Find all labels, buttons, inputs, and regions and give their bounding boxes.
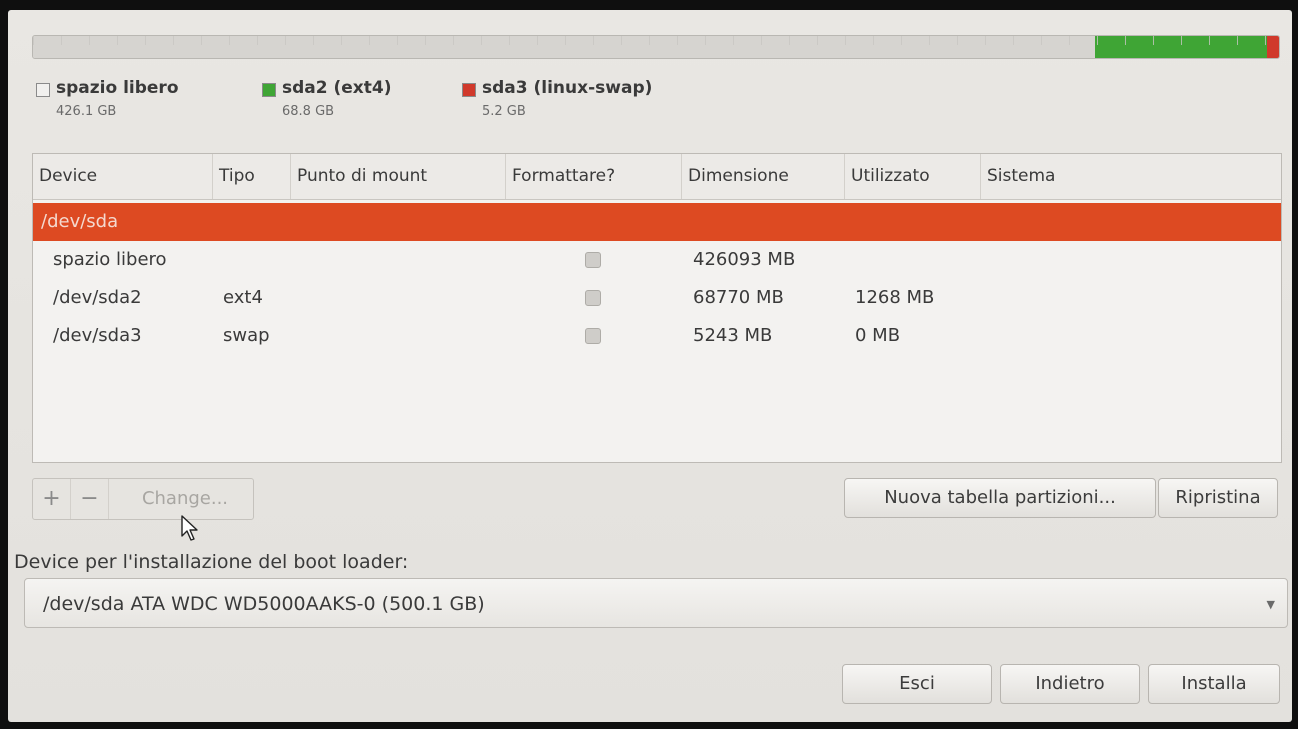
partition-bar-segment <box>1094 36 1267 58</box>
table-row[interactable]: /dev/sda <box>33 203 1281 241</box>
revert-button[interactable]: Ripristina <box>1158 478 1278 518</box>
chevron-down-icon: ▼ <box>1266 598 1275 611</box>
format-checkbox[interactable] <box>585 290 601 306</box>
col-device[interactable]: Device <box>33 154 213 199</box>
legend-size: 426.1 GB <box>56 104 117 119</box>
legend-size: 68.8 GB <box>282 104 335 119</box>
partition-legend: spazio libero 426.1 GB sda2 (ext4) 68.8 … <box>36 78 722 122</box>
back-button[interactable]: Indietro <box>1000 664 1140 704</box>
format-checkbox[interactable] <box>585 328 601 344</box>
cell-tipo: swap <box>223 325 270 346</box>
partition-table: Device Tipo Punto di mount Formattare? D… <box>32 153 1282 463</box>
installer-window: spazio libero 426.1 GB sda2 (ext4) 68.8 … <box>8 10 1292 722</box>
partition-usage-bar <box>32 35 1280 59</box>
legend-item-sda2: sda2 (ext4) 68.8 GB <box>262 78 462 122</box>
format-checkbox[interactable] <box>585 252 601 268</box>
table-row[interactable]: /dev/sda2 ext4 68770 MB 1268 MB <box>33 279 1281 317</box>
pointer-arrow-icon <box>181 515 198 541</box>
cell-size: 5243 MB <box>693 325 773 346</box>
cell-size: 426093 MB <box>693 249 796 270</box>
new-partition-table-button[interactable]: Nuova tabella partizioni... <box>844 478 1156 518</box>
table-row[interactable]: /dev/sda3 swap 5243 MB 0 MB <box>33 317 1281 355</box>
cell-device: spazio libero <box>53 249 167 270</box>
legend-size: 5.2 GB <box>482 104 526 119</box>
partition-bar-segment <box>33 36 1095 58</box>
add-partition-button[interactable]: + <box>33 479 71 519</box>
table-row[interactable]: spazio libero 426093 MB <box>33 241 1281 279</box>
legend-item-free: spazio libero 426.1 GB <box>36 78 262 122</box>
boot-loader-value: /dev/sda ATA WDC WD5000AAKS-0 (500.1 GB) <box>43 593 485 615</box>
install-button[interactable]: Installa <box>1148 664 1280 704</box>
legend-swatch-ext4 <box>262 83 276 97</box>
cell-used: 0 MB <box>855 325 901 346</box>
legend-name: spazio libero <box>56 78 179 98</box>
cell-used: 1268 MB <box>855 287 935 308</box>
col-system[interactable]: Sistema <box>981 154 1281 199</box>
legend-name: sda2 (ext4) <box>282 78 392 98</box>
cell-device: /dev/sda3 <box>53 325 142 346</box>
col-size[interactable]: Dimensione <box>682 154 845 199</box>
table-header: Device Tipo Punto di mount Formattare? D… <box>33 154 1281 200</box>
cell-device: /dev/sda2 <box>53 287 142 308</box>
quit-button[interactable]: Esci <box>842 664 992 704</box>
legend-name: sda3 (linux-swap) <box>482 78 653 98</box>
legend-item-sda3: sda3 (linux-swap) 5.2 GB <box>462 78 722 122</box>
remove-partition-button[interactable]: − <box>71 479 109 519</box>
boot-loader-select[interactable]: /dev/sda ATA WDC WD5000AAKS-0 (500.1 GB)… <box>24 578 1288 628</box>
cell-size: 68770 MB <box>693 287 784 308</box>
legend-swatch-swap <box>462 83 476 97</box>
col-used[interactable]: Utilizzato <box>845 154 981 199</box>
col-tipo[interactable]: Tipo <box>213 154 291 199</box>
partition-bar-segment <box>1266 36 1279 58</box>
cell-device: /dev/sda <box>41 211 119 232</box>
cell-tipo: ext4 <box>223 287 263 308</box>
change-partition-button[interactable]: Change... <box>109 479 253 519</box>
boot-loader-label: Device per l'installazione del boot load… <box>14 551 409 573</box>
col-format[interactable]: Formattare? <box>506 154 682 199</box>
col-mount[interactable]: Punto di mount <box>291 154 506 199</box>
partition-toolbar: + − Change... <box>32 478 254 520</box>
legend-swatch-free <box>36 83 50 97</box>
